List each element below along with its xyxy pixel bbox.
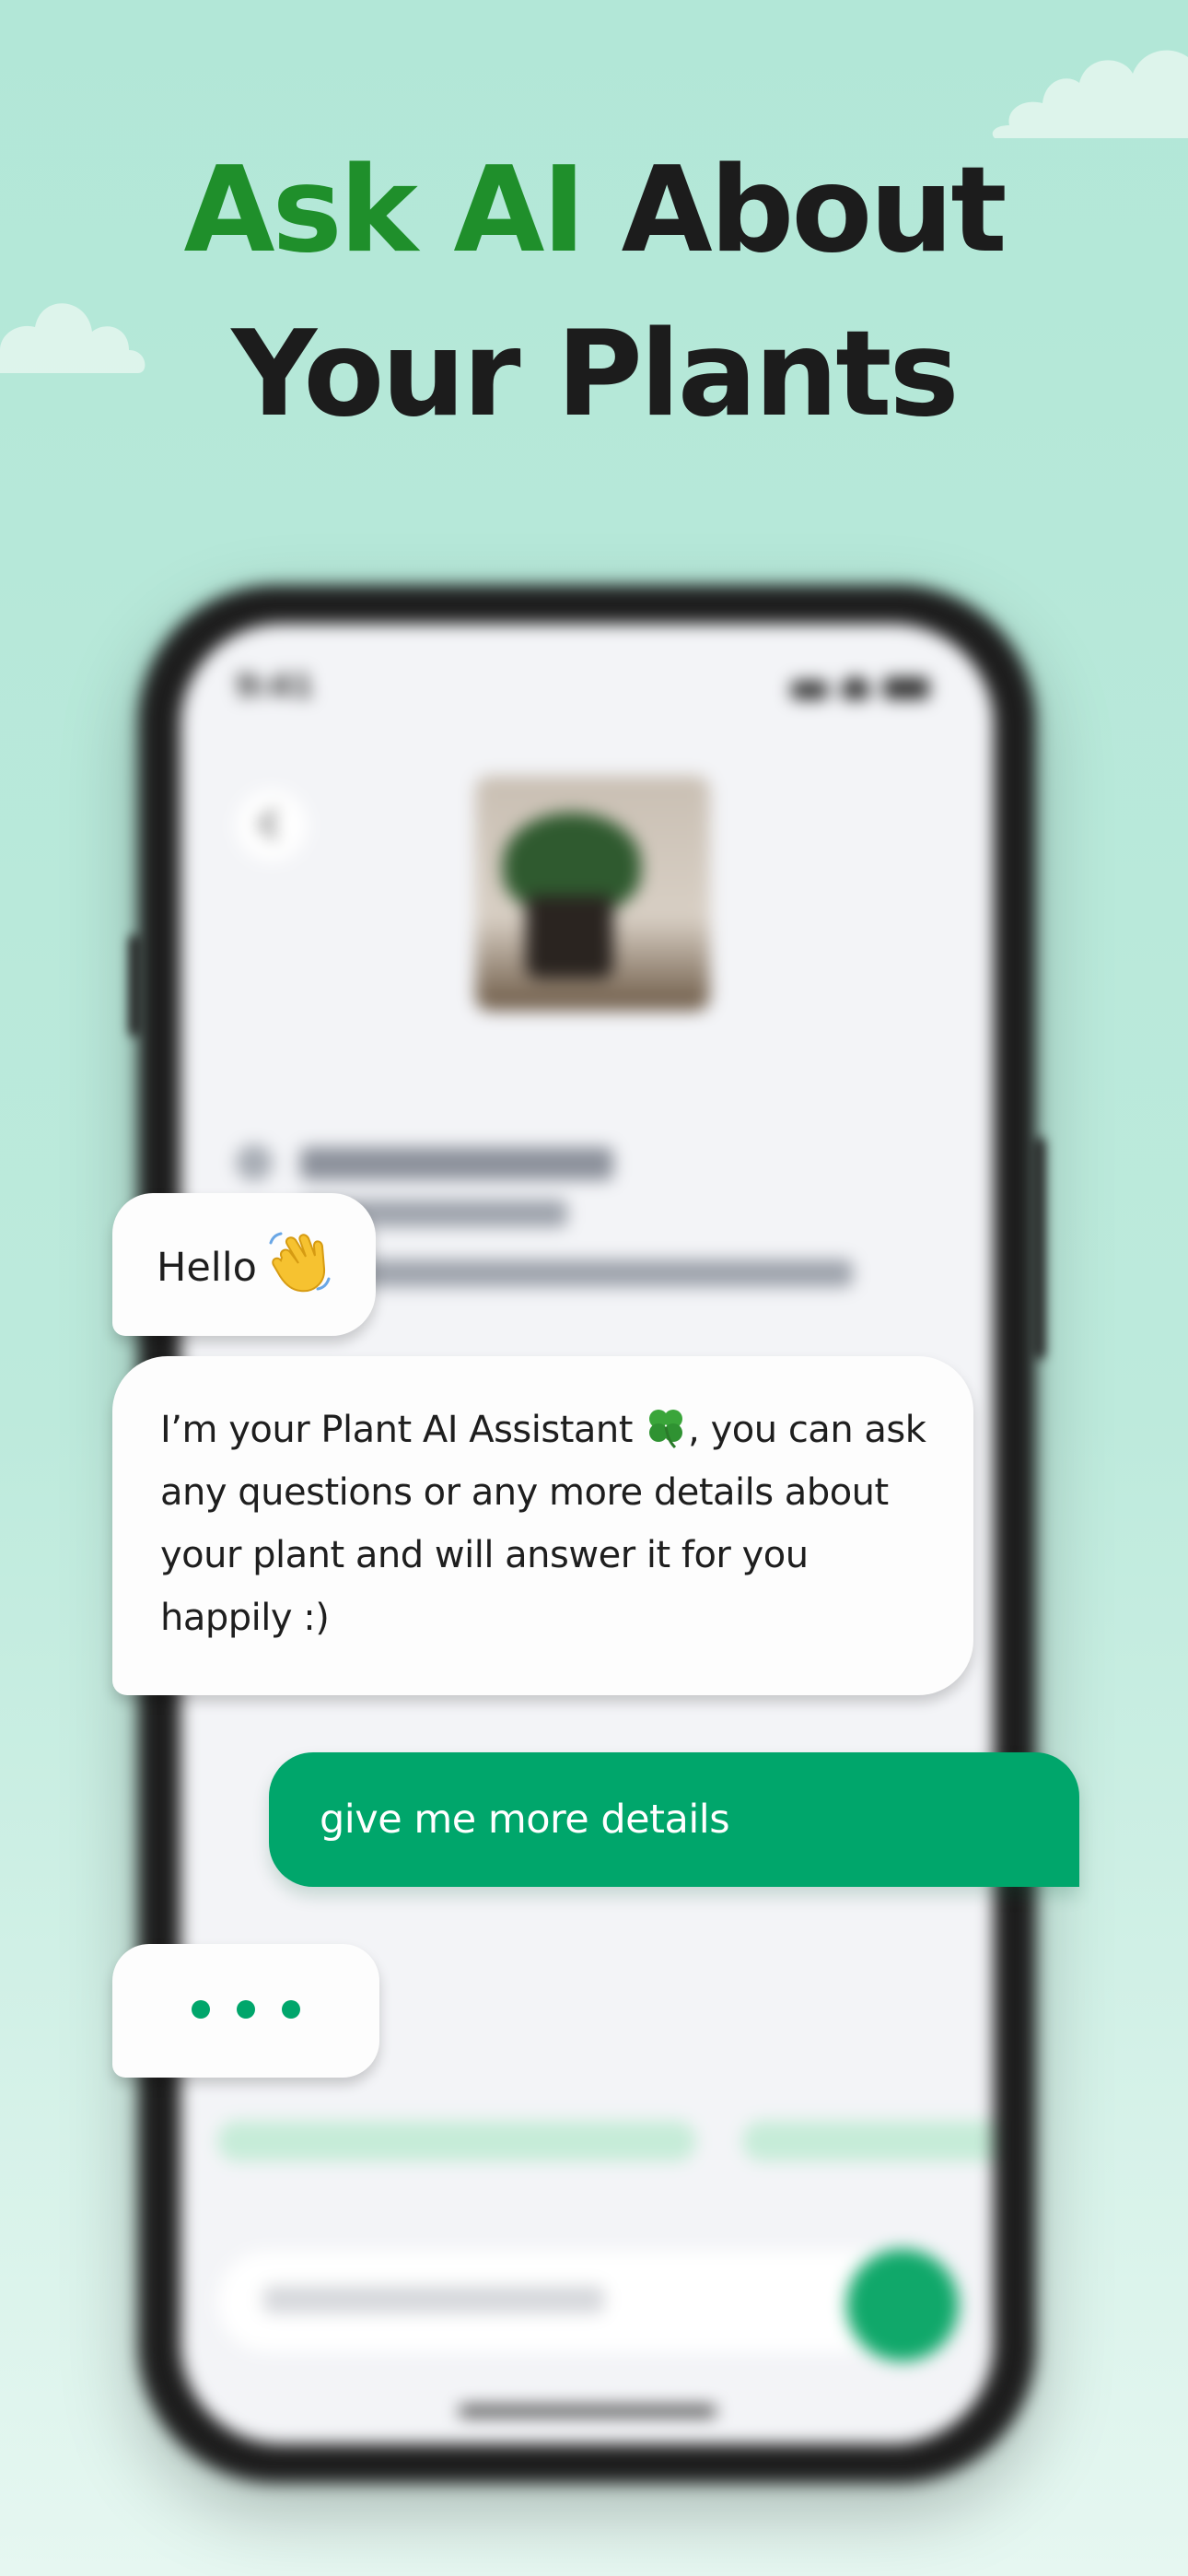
four-leaf-clover-icon (649, 1410, 683, 1449)
question-input-placeholder (263, 2286, 604, 2313)
typing-indicator-bubble (112, 1944, 379, 2078)
assistant-message-bubble: I’m your Plant AI Assistant , you can as… (112, 1356, 973, 1695)
back-button[interactable] (236, 790, 308, 861)
signal-icon (791, 681, 828, 699)
assistant-message-part1: I’m your Plant AI Assistant (160, 1409, 645, 1451)
greeting-text: Hello (157, 1245, 257, 1291)
headline-line-2: Your Plants (231, 306, 959, 443)
plant-pot (526, 896, 613, 978)
user-message-text: give me more details (320, 1797, 730, 1843)
cloud-right-decoration (992, 50, 1188, 138)
user-message-bubble: give me more details (269, 1752, 1079, 1887)
assistant-message-text: I’m your Plant AI Assistant , you can as… (160, 1399, 934, 1649)
status-icons (791, 675, 929, 699)
typing-dot-2 (237, 2000, 255, 2019)
typing-dot-1 (192, 2000, 210, 2019)
suggestion-chip-2[interactable] (742, 2121, 994, 2161)
headline-line-1: Ask AI About (0, 129, 1188, 293)
headline: Ask AI About Your Plants (0, 129, 1188, 457)
headline-line1-rest: About (583, 142, 1007, 279)
question-input[interactable] (217, 2249, 959, 2361)
wifi-icon (842, 677, 869, 699)
home-indicator (458, 2406, 716, 2417)
plant-name-text (300, 1147, 613, 1180)
send-button[interactable] (846, 2249, 959, 2361)
suggestion-chip-1[interactable] (217, 2121, 696, 2161)
typing-dot-3 (282, 2000, 300, 2019)
plant-name-line (236, 1144, 273, 1181)
plant-scientific-text (300, 1259, 853, 1287)
plant-photo (475, 776, 710, 1011)
headline-accent: Ask AI (183, 142, 586, 279)
status-time: 9:41 (236, 668, 314, 705)
waving-hand-icon (269, 1232, 331, 1293)
battery-icon (883, 677, 929, 699)
greeting-bubble: Hello (112, 1193, 376, 1336)
